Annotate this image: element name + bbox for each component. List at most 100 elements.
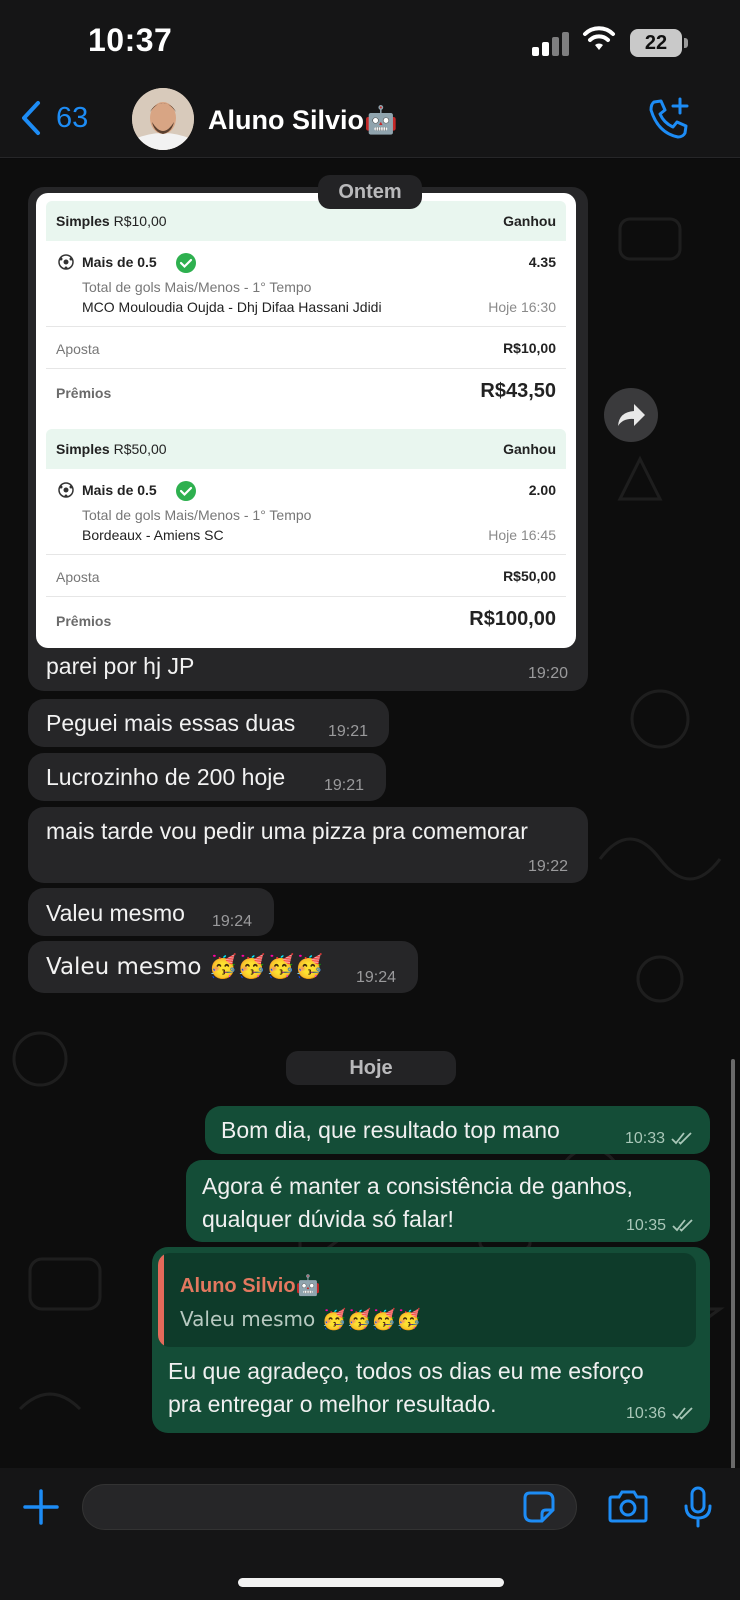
chat-header: 63 Aluno Silvio🤖 (0, 88, 740, 158)
message-line: qualquer dúvida só falar! (202, 1206, 454, 1232)
stake-row: Aposta R$50,00 (46, 555, 566, 597)
stake-label: Aposta (56, 569, 100, 585)
message-text: Agora é manter a consistência de ganhos,… (202, 1170, 633, 1236)
bet-stake-header: R$10,00 (113, 213, 167, 229)
bet-result: Ganhou (503, 213, 556, 229)
selection-odd: 2.00 (528, 482, 556, 498)
forward-button[interactable] (604, 388, 658, 442)
message-line: Eu que agradeço, todos os dias eu me esf… (168, 1358, 644, 1384)
selection-time: Hoje 16:45 (488, 527, 556, 543)
message-bubble-incoming[interactable]: mais tarde vou pedir uma pizza pra comem… (28, 807, 588, 883)
selection-odd: 4.35 (528, 254, 556, 270)
message-time: 19:24 (212, 913, 253, 930)
quoted-message[interactable]: Aluno Silvio🤖 Valeu mesmo 🥳🥳🥳🥳 (158, 1253, 696, 1347)
message-input[interactable] (82, 1484, 577, 1530)
double-check-icon (672, 1219, 693, 1232)
bet-screenshot[interactable]: Simples R$10,00 Ganhou Mais de 0.5 4.35 … (36, 193, 576, 648)
check-circle-icon (176, 253, 196, 273)
message-time: 10:35 (626, 1217, 667, 1234)
date-separator: Ontem (318, 175, 422, 209)
selection-name: Mais de 0.5 (82, 482, 157, 498)
prize-label: Prêmios (56, 385, 112, 401)
add-call-icon[interactable] (646, 96, 692, 142)
double-check-icon (672, 1407, 693, 1420)
quoted-sender: Aluno Silvio🤖 (180, 1275, 321, 1297)
message-line: pra entregar o melhor resultado. (168, 1391, 497, 1417)
soccer-ball-icon (58, 254, 74, 270)
bet-type: Simples (56, 213, 110, 229)
share-arrow-icon (618, 404, 645, 426)
quoted-text: Valeu mesmo 🥳🥳🥳🥳 (180, 1307, 422, 1331)
message-bubble-incoming[interactable]: Valeu mesmo 19:24 (28, 888, 274, 936)
bet-stake-header: R$50,00 (113, 441, 167, 457)
selection-name: Mais de 0.5 (82, 254, 157, 270)
microphone-icon[interactable] (682, 1486, 714, 1528)
prize-value: R$100,00 (469, 608, 556, 630)
message-time: 19:21 (324, 777, 365, 794)
message-text: Lucrozinho de 200 hoje (46, 764, 286, 790)
status-bar: 10:37 22 (0, 0, 740, 88)
message-bubble-outgoing[interactable]: Aluno Silvio🤖 Valeu mesmo 🥳🥳🥳🥳 Eu que ag… (152, 1247, 710, 1433)
unread-count: 63 (56, 101, 89, 134)
message-time: 19:22 (528, 858, 569, 875)
check-circle-icon (176, 481, 196, 501)
message-time: 10:36 (626, 1405, 667, 1422)
message-time: 19:20 (528, 665, 569, 682)
quote-accent-bar (158, 1253, 164, 1347)
sticker-icon[interactable] (522, 1490, 556, 1524)
stake-label: Aposta (56, 341, 100, 357)
bet-slip: Simples R$10,00 Ganhou Mais de 0.5 4.35 … (46, 201, 566, 417)
prize-label: Prêmios (56, 613, 112, 629)
double-check-icon (671, 1132, 692, 1145)
message-text: Eu que agradeço, todos os dias eu me esf… (168, 1355, 644, 1421)
message-text: Bom dia, que resultado top mano (221, 1117, 560, 1143)
home-indicator[interactable] (238, 1578, 504, 1587)
bet-type: Simples (56, 441, 110, 457)
selection-time: Hoje 16:30 (488, 299, 556, 315)
stake-row: Aposta R$10,00 (46, 327, 566, 369)
message-time: 10:33 (625, 1130, 666, 1147)
bet-slip: Simples R$50,00 Ganhou Mais de 0.5 2.00 … (46, 429, 566, 645)
date-separator: Hoje (286, 1051, 456, 1085)
chat-area[interactable]: Simples R$10,00 Ganhou Mais de 0.5 4.35 … (0, 159, 740, 1468)
message-bubble-incoming[interactable]: Valeu mesmo 🥳🥳🥳🥳 19:24 (28, 941, 418, 993)
stake-value: R$10,00 (503, 340, 556, 356)
back-button[interactable]: 63 (20, 100, 88, 136)
message-line: Agora é manter a consistência de ganhos, (202, 1173, 633, 1199)
stake-value: R$50,00 (503, 568, 556, 584)
message-bubble-outgoing[interactable]: Agora é manter a consistência de ganhos,… (186, 1160, 710, 1242)
avatar[interactable] (132, 88, 194, 150)
bet-slip-header: Simples R$50,00 Ganhou (46, 429, 566, 469)
prize-row: Prêmios R$43,50 (46, 369, 566, 415)
contact-name[interactable]: Aluno Silvio🤖 (208, 104, 398, 136)
scrollbar[interactable] (731, 1059, 735, 1468)
message-time: 19:24 (356, 969, 397, 986)
status-time: 10:37 (88, 22, 173, 58)
plus-icon[interactable] (22, 1488, 60, 1526)
bet-selection: Mais de 0.5 4.35 Total de gols Mais/Meno… (46, 241, 566, 327)
selection-teams: MCO Mouloudia Oujda - Dhj Difaa Hassani … (82, 299, 382, 315)
message-text: Valeu mesmo 🥳🥳🥳🥳 (46, 954, 324, 980)
message-time: 19:21 (328, 723, 369, 740)
message-text: Peguei mais essas duas (46, 710, 296, 736)
prize-row: Prêmios R$100,00 (46, 597, 566, 643)
selection-market: Total de gols Mais/Menos - 1° Tempo (82, 507, 312, 523)
bet-message-bubble[interactable]: Simples R$10,00 Ganhou Mais de 0.5 4.35 … (28, 187, 588, 691)
chevron-left-icon (22, 101, 40, 135)
wifi-icon (583, 26, 615, 50)
message-bubble-incoming[interactable]: Peguei mais essas duas 19:21 (28, 699, 389, 747)
battery-indicator: 22 (630, 29, 688, 57)
selection-market: Total de gols Mais/Menos - 1° Tempo (82, 279, 312, 295)
prize-value: R$43,50 (480, 380, 556, 402)
bet-result: Ganhou (503, 441, 556, 457)
message-text: parei por hj JP (46, 653, 195, 679)
camera-icon[interactable] (608, 1488, 648, 1524)
selection-teams: Bordeaux - Amiens SC (82, 527, 224, 543)
message-text: Valeu mesmo (46, 900, 185, 926)
message-text: mais tarde vou pedir uma pizza pra comem… (46, 818, 528, 844)
message-bubble-incoming[interactable]: Lucrozinho de 200 hoje 19:21 (28, 753, 386, 801)
bet-selection: Mais de 0.5 2.00 Total de gols Mais/Meno… (46, 469, 566, 555)
signal-icon (532, 32, 572, 56)
message-bubble-outgoing[interactable]: Bom dia, que resultado top mano 10:33 (205, 1106, 710, 1154)
bet-slip-header: Simples R$10,00 Ganhou (46, 201, 566, 241)
